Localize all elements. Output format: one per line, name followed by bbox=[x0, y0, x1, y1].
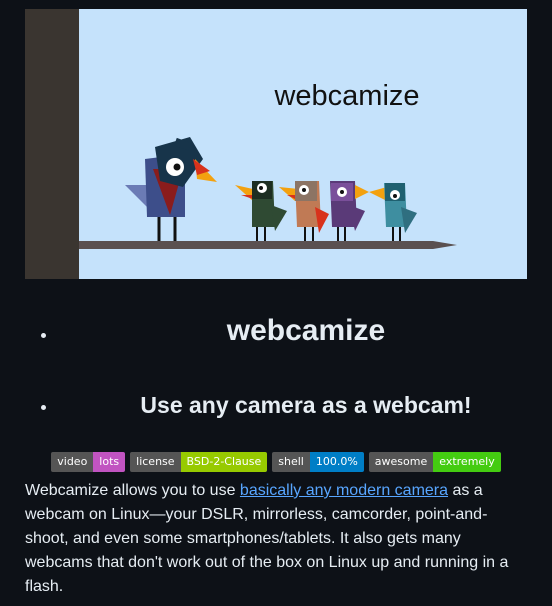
page-subtitle: Use any camera as a webcam! bbox=[140, 392, 472, 418]
bullet-icon bbox=[41, 333, 46, 338]
intro-paragraph: Webcamize allows you to use basically an… bbox=[25, 479, 525, 599]
banner-image: webcamize bbox=[25, 9, 527, 279]
camera-support-link[interactable]: basically any modern camera bbox=[240, 482, 448, 499]
badge-row: video lots license BSD-2-Clause shell 10… bbox=[0, 452, 552, 472]
badge-video[interactable]: video lots bbox=[51, 452, 126, 472]
banner-illustration: webcamize bbox=[25, 9, 527, 279]
badge-awesome[interactable]: awesome extremely bbox=[368, 452, 501, 472]
banner-title: webcamize bbox=[273, 80, 419, 112]
badge-license[interactable]: license BSD-2-Clause bbox=[130, 452, 268, 472]
branch bbox=[79, 241, 457, 249]
tree-post bbox=[25, 9, 79, 279]
bullet-icon bbox=[41, 405, 46, 410]
badge-shell[interactable]: shell 100.0% bbox=[272, 452, 364, 472]
page-title: webcamize bbox=[226, 314, 386, 347]
intro-text-before: Webcamize allows you to use bbox=[25, 482, 240, 499]
